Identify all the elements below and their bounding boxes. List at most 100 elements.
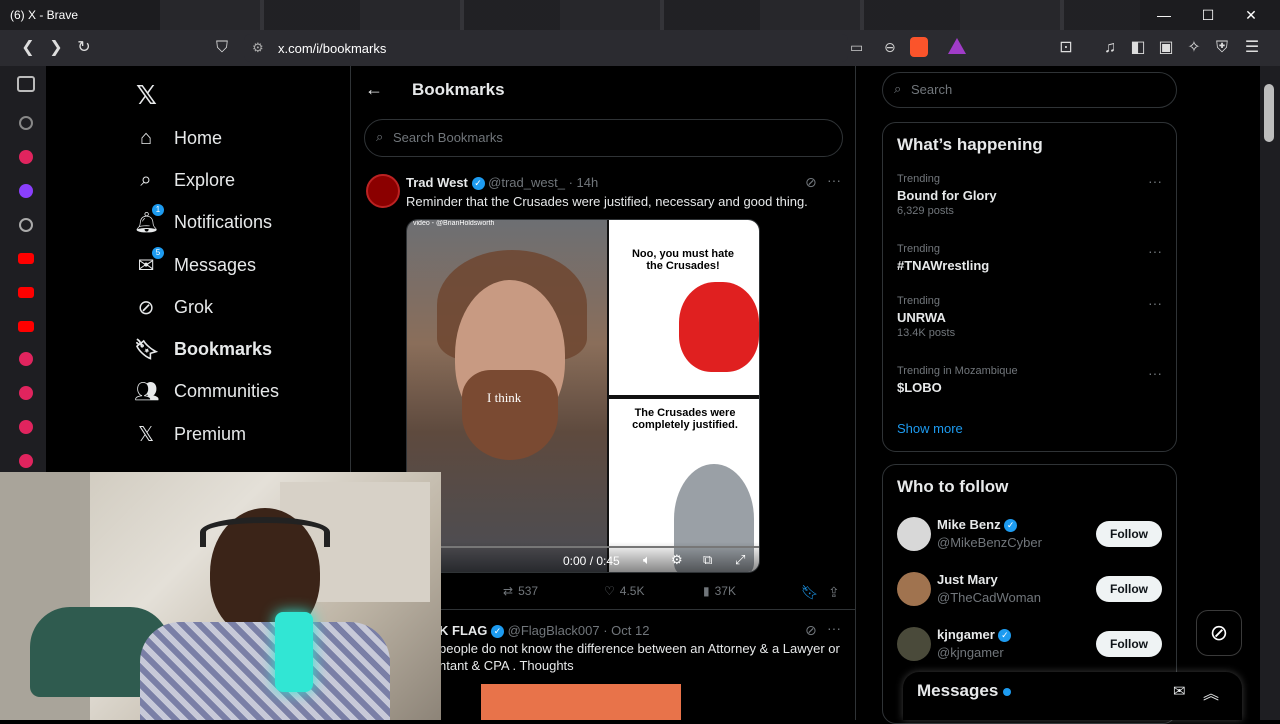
expand-icon[interactable]: ︽ <box>1203 680 1219 704</box>
volume-icon[interactable]: 🔈︎ <box>643 552 651 568</box>
follow-button[interactable]: Follow <box>1096 521 1162 547</box>
youtube-icon[interactable] <box>18 253 34 264</box>
views-button[interactable]: ▮ 37K <box>703 584 736 598</box>
brave-rewards-icon[interactable] <box>948 38 966 54</box>
video-controls: 0:00 / 0:45 🔈︎ ⚙ ⧉ ⤢ <box>407 542 759 572</box>
sidebar-app-icon[interactable] <box>19 386 33 400</box>
trend-item[interactable]: Trending UNRWA 13.4K posts <box>897 295 955 339</box>
maximize-icon[interactable]: ☐ <box>1198 6 1218 24</box>
more-icon[interactable]: ··· <box>1148 295 1162 311</box>
video-progress-bar[interactable] <box>407 546 759 548</box>
nav-grok[interactable]: ⊘ Grok <box>134 286 213 328</box>
address-bar[interactable]: ⚙ x.com/i/bookmarks ▭ ⊖ <box>244 34 966 62</box>
sidebar-app-icon[interactable] <box>19 116 33 130</box>
sidebar-app-icon[interactable] <box>19 454 33 468</box>
nav-bookmarks[interactable]: 🔖︎ Bookmarks <box>134 328 272 370</box>
nav-explore[interactable]: ⌕ Explore <box>134 159 235 201</box>
author-name[interactable]: Trad West <box>406 175 468 190</box>
sidebar-app-icon[interactable] <box>19 150 33 164</box>
media-icon[interactable]: ♫ <box>1100 38 1120 58</box>
x-logo-icon[interactable]: 𝕏 <box>136 80 157 111</box>
url-text[interactable]: x.com/i/bookmarks <box>278 41 386 56</box>
youtube-icon[interactable] <box>18 321 34 332</box>
bookmark-page-icon[interactable]: ⛉ <box>212 38 232 58</box>
wallet-icon[interactable]: ▣ <box>1156 38 1176 58</box>
settings-icon[interactable]: ⚙ <box>671 552 683 568</box>
search-input[interactable] <box>911 82 1161 97</box>
search-box[interactable]: ⌕ <box>882 72 1177 108</box>
trend-item[interactable]: Trending #TNAWrestling <box>897 243 989 273</box>
share-button[interactable]: ⇪ <box>828 584 840 601</box>
nav-premium[interactable]: 𝕏 Premium <box>134 413 246 455</box>
more-icon[interactable]: ··· <box>1148 173 1162 189</box>
show-more-link[interactable]: Show more <box>897 421 963 436</box>
reload-icon[interactable]: ↻ <box>74 38 94 58</box>
grok-floating-button[interactable]: ⊘ <box>1196 610 1242 656</box>
site-info-icon[interactable]: ⚙ <box>252 40 264 56</box>
nav-communities[interactable]: 👥︎ Communities <box>134 370 279 412</box>
leo-icon[interactable]: ✧ <box>1184 38 1204 58</box>
avatar[interactable] <box>897 627 931 661</box>
search-icon: ⌕ <box>376 129 384 144</box>
nav-notifications[interactable]: 🔔︎ 1 Notifications <box>134 201 272 243</box>
tab-strip-background <box>160 0 1140 30</box>
avatar[interactable] <box>897 517 931 551</box>
pip-icon[interactable]: ⧉ <box>703 552 712 568</box>
more-icon[interactable]: ··· <box>827 620 841 636</box>
author-name[interactable]: K FLAG <box>439 623 487 638</box>
cast-icon[interactable]: ▭ <box>850 39 863 56</box>
avatar[interactable] <box>897 572 931 606</box>
more-icon[interactable]: ··· <box>1148 365 1162 381</box>
tweet-time[interactable]: · 14h <box>569 175 599 190</box>
close-icon[interactable]: ✕ <box>1241 6 1261 24</box>
reader-icon[interactable]: ⊡ <box>1056 38 1076 58</box>
back-arrow-icon[interactable]: ← <box>365 79 383 100</box>
account-info[interactable]: kjngamer ✓ @kjngamer <box>937 627 1012 660</box>
sidebar-toggle-icon[interactable]: ◧ <box>1128 38 1148 58</box>
more-icon[interactable]: ··· <box>1148 243 1162 259</box>
tweet-time[interactable]: · Oct 12 <box>603 623 649 638</box>
follow-button[interactable]: Follow <box>1096 631 1162 657</box>
page-scrollbar[interactable] <box>1260 66 1280 720</box>
fullscreen-icon[interactable]: ⤢ <box>735 552 745 568</box>
zoom-icon[interactable]: ⊖ <box>884 39 896 56</box>
like-button[interactable]: ♡ 4.5K <box>604 584 644 598</box>
trend-item[interactable]: Trending Bound for Glory 6,329 posts <box>897 173 997 217</box>
bookmark-button[interactable]: 🔖︎ <box>801 584 819 601</box>
minimize-icon[interactable]: — <box>1154 6 1174 24</box>
brave-shields-icon[interactable] <box>910 37 928 57</box>
sidebar-app-icon[interactable] <box>19 218 33 232</box>
trend-item[interactable]: Trending in Mozambique $LOBO <box>897 365 1018 395</box>
account-info[interactable]: Mike Benz ✓ @MikeBenzCyber <box>937 517 1042 550</box>
webcam-overlay <box>0 472 441 720</box>
nav-messages[interactable]: ✉ 5 Messages <box>134 244 256 286</box>
grok-icon[interactable]: ⊘ <box>805 622 817 639</box>
tweet-media[interactable]: video - @BrianHoldsworth I think Noo, yo… <box>406 219 760 573</box>
nav-label: Bookmarks <box>174 338 273 359</box>
grok-icon[interactable]: ⊘ <box>805 174 817 191</box>
menu-icon[interactable]: ☰ <box>1242 38 1262 58</box>
scrollbar-thumb[interactable] <box>1264 84 1274 142</box>
avatar[interactable] <box>366 174 400 208</box>
forward-icon[interactable]: ❯ <box>46 38 66 58</box>
author-handle[interactable]: @trad_west_ <box>488 175 565 190</box>
tweet-media[interactable] <box>481 684 681 720</box>
sidebar-panel-icon[interactable] <box>17 76 35 92</box>
account-info[interactable]: Just Mary @TheCadWoman <box>937 572 1041 605</box>
follow-button[interactable]: Follow <box>1096 576 1162 602</box>
sidebar-app-icon[interactable] <box>19 184 33 198</box>
sidebar-app-icon[interactable] <box>19 420 33 434</box>
nav-home[interactable]: ⌂ Home <box>134 117 222 159</box>
nav-label: Messages <box>174 254 257 275</box>
messages-drawer[interactable]: Messages ✉ ︽ <box>903 672 1242 720</box>
more-icon[interactable]: ··· <box>827 172 841 188</box>
back-icon[interactable]: ❮ <box>18 38 38 58</box>
youtube-icon[interactable] <box>18 287 34 298</box>
retweet-button[interactable]: ⇄ 537 <box>503 584 538 598</box>
new-message-icon[interactable]: ✉ <box>1173 682 1186 700</box>
author-handle[interactable]: @FlagBlack007 <box>508 623 600 638</box>
sidebar-app-icon[interactable] <box>19 352 33 366</box>
bookmarks-search-input[interactable] <box>393 130 813 145</box>
vpn-icon[interactable]: ⛨ <box>1212 38 1232 58</box>
bookmarks-search[interactable]: ⌕ <box>364 119 843 157</box>
